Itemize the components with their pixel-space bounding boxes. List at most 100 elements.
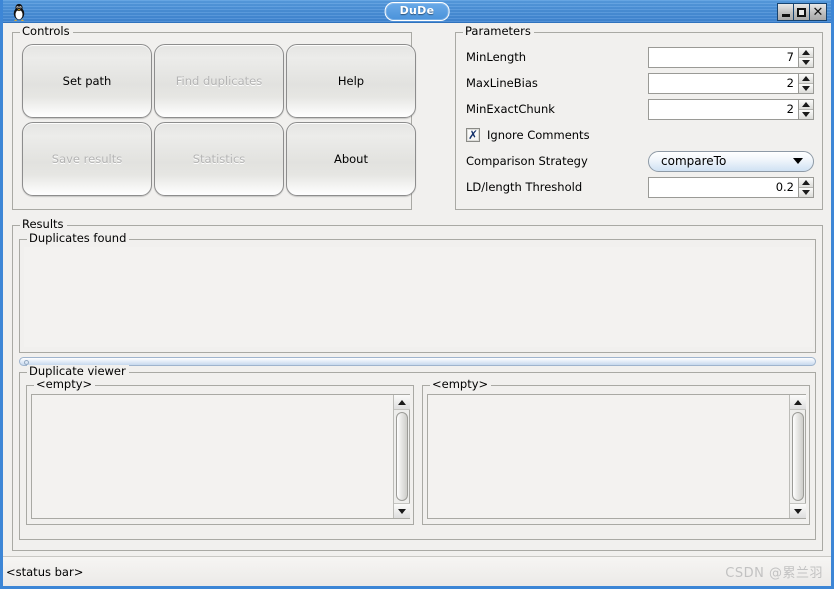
status-bar-text: <status bar> xyxy=(6,564,84,579)
duplicate-viewer-left-title: <empty> xyxy=(34,378,96,391)
ignore-comments-checkbox[interactable]: ✗ xyxy=(466,128,480,142)
duplicate-viewer-panel: Duplicate viewer <empty> <empty> xyxy=(19,365,816,540)
set-path-button-label: Set path xyxy=(62,74,112,88)
min-length-increment-button[interactable] xyxy=(799,47,813,58)
triangle-up-icon xyxy=(793,399,802,405)
triangle-up-icon xyxy=(802,179,810,185)
find-duplicates-button[interactable]: Find duplicates xyxy=(154,44,284,118)
find-duplicates-button-label: Find duplicates xyxy=(175,74,263,88)
help-button[interactable]: Help xyxy=(286,44,416,118)
triangle-down-icon xyxy=(802,189,810,195)
save-results-button-label: Save results xyxy=(51,152,123,166)
triangle-down-icon xyxy=(802,111,810,117)
maximize-button[interactable] xyxy=(794,4,810,20)
duplicate-viewer-right-scrollbar[interactable] xyxy=(789,395,806,518)
application-window: DuDe ✕ Controls Set path Find duplicates… xyxy=(0,0,834,589)
min-length-row: MinLength 7 xyxy=(466,46,814,68)
comparison-strategy-value: compareTo xyxy=(661,154,727,168)
duplicates-found-list[interactable] xyxy=(24,247,813,347)
min-exact-chunk-value[interactable]: 2 xyxy=(649,99,798,119)
ld-length-threshold-decrement-button[interactable] xyxy=(799,187,813,197)
split-pane-divider[interactable] xyxy=(19,357,816,366)
max-line-bias-spinner-arrows xyxy=(798,73,813,93)
ignore-comments-row[interactable]: ✗ Ignore Comments xyxy=(466,125,814,145)
triangle-down-icon xyxy=(802,85,810,91)
duplicate-viewer-left-scrollpane[interactable] xyxy=(31,394,410,519)
duplicate-viewer-right-content[interactable] xyxy=(428,395,789,518)
status-bar: <status bar> CSDN @累兰羽 xyxy=(3,556,831,586)
controls-panel-title: Controls xyxy=(20,25,73,38)
results-panel: Results Duplicates found Duplicate viewe… xyxy=(12,218,823,551)
duplicate-viewer-left-panel: <empty> xyxy=(26,378,414,525)
min-length-decrement-button[interactable] xyxy=(799,57,813,67)
window-title: DuDe xyxy=(384,2,450,21)
ld-length-threshold-value[interactable]: 0.2 xyxy=(649,177,798,197)
ignore-comments-label: Ignore Comments xyxy=(487,128,590,142)
min-length-label: MinLength xyxy=(466,50,527,64)
close-icon: ✕ xyxy=(812,4,824,20)
chevron-down-icon xyxy=(793,158,803,164)
tux-penguin-icon xyxy=(13,3,25,21)
duplicate-viewer-left-content[interactable] xyxy=(32,395,393,518)
scroll-down-button[interactable] xyxy=(393,503,410,518)
ld-length-threshold-label: LD/length Threshold xyxy=(466,180,583,194)
scroll-up-button[interactable] xyxy=(789,395,806,410)
scrollbar-track[interactable] xyxy=(790,410,806,503)
min-length-spinner[interactable]: 7 xyxy=(648,46,814,68)
scroll-down-button[interactable] xyxy=(789,503,806,518)
scrollbar-thumb[interactable] xyxy=(791,412,804,501)
parameters-panel: Parameters MinLength 7 MaxLineBias 2 Min… xyxy=(455,25,823,210)
min-exact-chunk-spinner-arrows xyxy=(798,99,813,119)
comparison-strategy-label: Comparison Strategy xyxy=(466,154,588,168)
parameters-panel-title: Parameters xyxy=(463,25,534,38)
duplicate-viewer-right-panel: <empty> xyxy=(422,378,810,525)
triangle-up-icon xyxy=(397,399,406,405)
ld-length-threshold-increment-button[interactable] xyxy=(799,177,813,188)
window-controls: ✕ xyxy=(777,3,827,21)
comparison-strategy-combobox[interactable]: compareTo xyxy=(648,150,814,172)
statistics-button[interactable]: Statistics xyxy=(154,122,284,196)
triangle-down-icon xyxy=(793,508,802,514)
triangle-up-icon xyxy=(802,75,810,81)
minimize-icon xyxy=(781,13,790,17)
max-line-bias-decrement-button[interactable] xyxy=(799,83,813,93)
scrollbar-thumb[interactable] xyxy=(395,412,408,501)
triangle-up-icon xyxy=(802,101,810,107)
help-button-label: Help xyxy=(337,74,365,88)
duplicates-found-title: Duplicates found xyxy=(27,232,130,245)
comparison-strategy-row: Comparison Strategy compareTo xyxy=(466,150,814,172)
min-exact-chunk-increment-button[interactable] xyxy=(799,99,813,110)
controls-panel: Controls Set path Find duplicates Help S… xyxy=(12,25,416,210)
min-exact-chunk-decrement-button[interactable] xyxy=(799,109,813,119)
ld-length-threshold-spinner[interactable]: 0.2 xyxy=(648,176,814,198)
close-button[interactable]: ✕ xyxy=(810,4,826,20)
client-area: Controls Set path Find duplicates Help S… xyxy=(3,23,831,586)
minimize-button[interactable] xyxy=(778,4,794,20)
max-line-bias-spinner[interactable]: 2 xyxy=(648,72,814,94)
maximize-icon xyxy=(797,7,806,17)
about-button[interactable]: About xyxy=(286,122,416,196)
max-line-bias-increment-button[interactable] xyxy=(799,73,813,84)
results-panel-title: Results xyxy=(20,218,67,231)
triangle-down-icon xyxy=(802,59,810,65)
watermark-text: CSDN @累兰羽 xyxy=(725,566,823,581)
title-bar[interactable]: DuDe ✕ xyxy=(3,0,831,23)
triangle-down-icon xyxy=(397,508,406,514)
set-path-button[interactable]: Set path xyxy=(22,44,152,118)
duplicate-viewer-right-title: <empty> xyxy=(430,378,492,391)
max-line-bias-value[interactable]: 2 xyxy=(649,73,798,93)
min-length-value[interactable]: 7 xyxy=(649,47,798,67)
controls-button-grid: Set path Find duplicates Help Save resul… xyxy=(22,44,416,196)
min-exact-chunk-label: MinExactChunk xyxy=(466,102,555,116)
max-line-bias-row: MaxLineBias 2 xyxy=(466,72,814,94)
ld-length-threshold-spinner-arrows xyxy=(798,177,813,197)
duplicate-viewer-right-scrollpane[interactable] xyxy=(427,394,806,519)
scrollbar-track[interactable] xyxy=(394,410,410,503)
scroll-up-button[interactable] xyxy=(393,395,410,410)
min-exact-chunk-row: MinExactChunk 2 xyxy=(466,98,814,120)
triangle-up-icon xyxy=(802,49,810,55)
min-exact-chunk-spinner[interactable]: 2 xyxy=(648,98,814,120)
duplicate-viewer-left-scrollbar[interactable] xyxy=(393,395,410,518)
save-results-button[interactable]: Save results xyxy=(22,122,152,196)
duplicates-found-content xyxy=(24,247,813,347)
